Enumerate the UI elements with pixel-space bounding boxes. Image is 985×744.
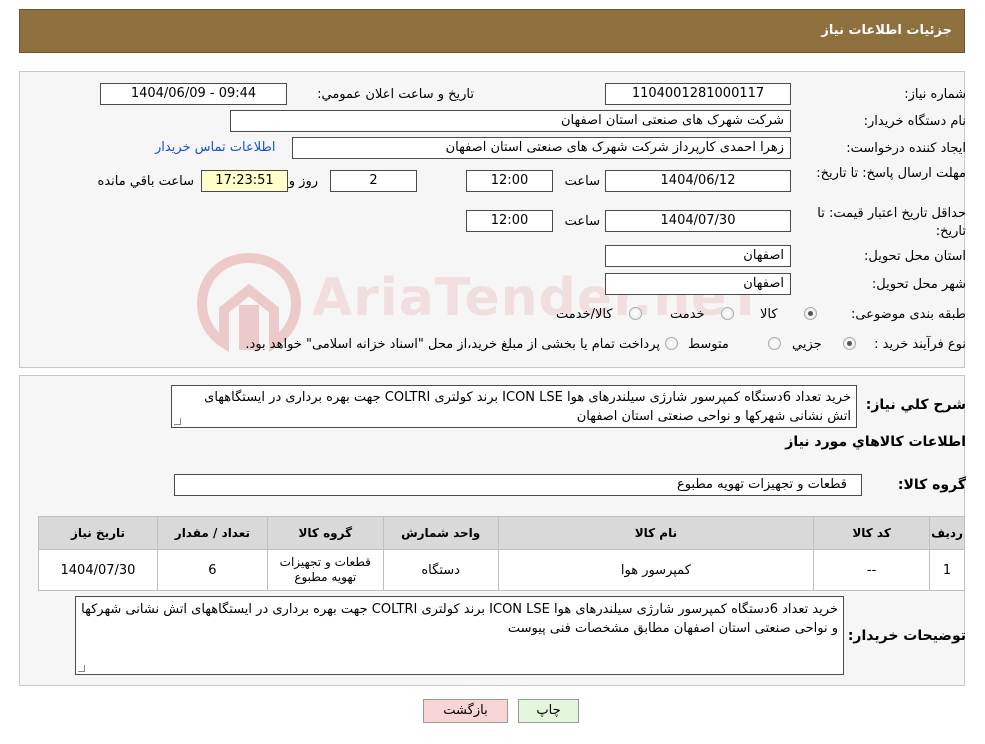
- description-textarea[interactable]: خرید تعداد 6دستگاه کمپرسور شارژی سیلندره…: [171, 385, 857, 428]
- announce-datetime-label: تاریخ و ساعت اعلان عمومي:: [317, 87, 474, 102]
- cell-group: قطعات و تجهیزات تهویه مطبوع: [266, 549, 384, 591]
- items-table-header: رديف کد کالا نام کالا واحد شمارش گروه کا…: [38, 516, 965, 550]
- table-row: 1 -- کمپرسور هوا دستگاه قطعات و تجهیزات …: [38, 549, 965, 591]
- remaining-label: ساعت باقي مانده: [97, 174, 194, 189]
- buyer-contact-link[interactable]: اطلاعات تماس خريدار: [155, 140, 275, 155]
- delivery-province-field: اصفهان: [605, 245, 791, 267]
- buyer-notes-label: توضيحات خريدار:: [847, 628, 966, 644]
- process-radio-medium[interactable]: [768, 337, 781, 350]
- reply-time-field: 12:00: [466, 170, 553, 192]
- process-type-label: نوع فرآيند خريد :: [874, 337, 966, 352]
- process-treasury-note: پرداخت تمام يا بخشی از مبلغ خريد،از محل …: [245, 337, 660, 352]
- items-table: رديف کد کالا نام کالا واحد شمارش گروه کا…: [38, 516, 965, 591]
- col-name: نام کالا: [497, 516, 815, 550]
- goods-group-label: گروه کالا:: [897, 477, 966, 493]
- delivery-city-field: اصفهان: [605, 273, 791, 295]
- validity-time-label: ساعت: [564, 214, 600, 229]
- reply-deadline-label: مهلت ارسال پاسخ: تا تاريخ:: [816, 166, 966, 181]
- process-option-medium: متوسط: [688, 337, 729, 352]
- resize-handle-icon[interactable]: [174, 418, 181, 425]
- col-qty: تعداد / مقدار: [156, 516, 268, 550]
- col-code: کد کالا: [813, 516, 931, 550]
- validity-time-field: 12:00: [466, 210, 553, 232]
- category-radio-goods[interactable]: [804, 307, 817, 320]
- cell-row: 1: [929, 549, 965, 591]
- col-group: گروه کالا: [266, 516, 384, 550]
- validity-date-field: 1404/07/30: [605, 210, 791, 232]
- process-radio-minor[interactable]: [843, 337, 856, 350]
- print-button[interactable]: چاپ: [518, 699, 579, 723]
- days-label: روز و: [288, 174, 318, 189]
- reply-time-label: ساعت: [564, 174, 600, 189]
- buyer-notes-text: خرید تعداد 6دستگاه کمپرسور شارژی سیلندره…: [81, 602, 838, 636]
- price-validity-label: حداقل تاريخ اعتبار قيمت: تا تاريخ:: [817, 206, 966, 239]
- process-radio-treasury[interactable]: [665, 337, 678, 350]
- days-field: 2: [330, 170, 417, 192]
- goods-group-field: قطعات و تجهیزات تهویه مطبوع: [174, 474, 862, 496]
- reply-date-field: 1404/06/12: [605, 170, 791, 192]
- category-radio-goods-service[interactable]: [629, 307, 642, 320]
- buyer-org-field: شرکت شهرک هاى صنعتى استان اصفهان: [230, 110, 791, 132]
- announce-datetime-field: 1404/06/09 - 09:44: [100, 83, 287, 105]
- requester-field: زهرا احمدی کارپرداز شرکت شهرک هاى صنعتى …: [292, 137, 791, 159]
- delivery-city-label: شهر محل تحويل:: [871, 277, 966, 292]
- remaining-time-field: 17:23:51: [201, 170, 288, 192]
- category-option-goods-service: کالا/خدمت: [556, 307, 613, 322]
- description-text: خرید تعداد 6دستگاه کمپرسور شارژی سیلندره…: [204, 390, 851, 424]
- buyer-org-label: نام دستگاه خريدار:: [863, 114, 966, 129]
- col-date: تاريخ نياز: [38, 516, 158, 550]
- process-option-minor: جزيي: [792, 337, 822, 352]
- col-row: رديف: [929, 516, 965, 550]
- cell-qty: 6: [156, 549, 268, 591]
- buyer-notes-textarea[interactable]: خرید تعداد 6دستگاه کمپرسور شارژی سیلندره…: [75, 596, 844, 675]
- category-option-service: خدمت: [670, 307, 705, 322]
- cell-unit: دستگاه: [382, 549, 499, 591]
- description-label: شرح کلي نياز:: [865, 397, 966, 413]
- category-radio-service[interactable]: [721, 307, 734, 320]
- category-option-goods: کالا: [760, 307, 778, 322]
- cell-name: کمپرسور هوا: [497, 549, 815, 591]
- back-button[interactable]: بازگشت: [423, 699, 508, 723]
- need-number-label: شماره نیاز:: [904, 87, 966, 102]
- page-header: جزئیات اطلاعات نیاز: [19, 9, 965, 53]
- cell-code: --: [813, 549, 931, 591]
- goods-info-heading: اطلاعات کالاهاي مورد نياز: [785, 434, 966, 450]
- category-label: طبقه بندی موضوعی:: [850, 307, 966, 322]
- requester-label: ايجاد کننده درخواست:: [846, 141, 966, 156]
- cell-date: 1404/07/30: [38, 549, 158, 591]
- col-unit: واحد شمارش: [382, 516, 499, 550]
- need-number-field: 1104001281000117: [605, 83, 791, 105]
- items-table-wrapper: رديف کد کالا نام کالا واحد شمارش گروه کا…: [38, 516, 965, 591]
- resize-handle-icon[interactable]: [78, 665, 85, 672]
- delivery-province-label: استان محل تحويل:: [864, 249, 966, 264]
- page-title: جزئیات اطلاعات نیاز: [821, 23, 952, 38]
